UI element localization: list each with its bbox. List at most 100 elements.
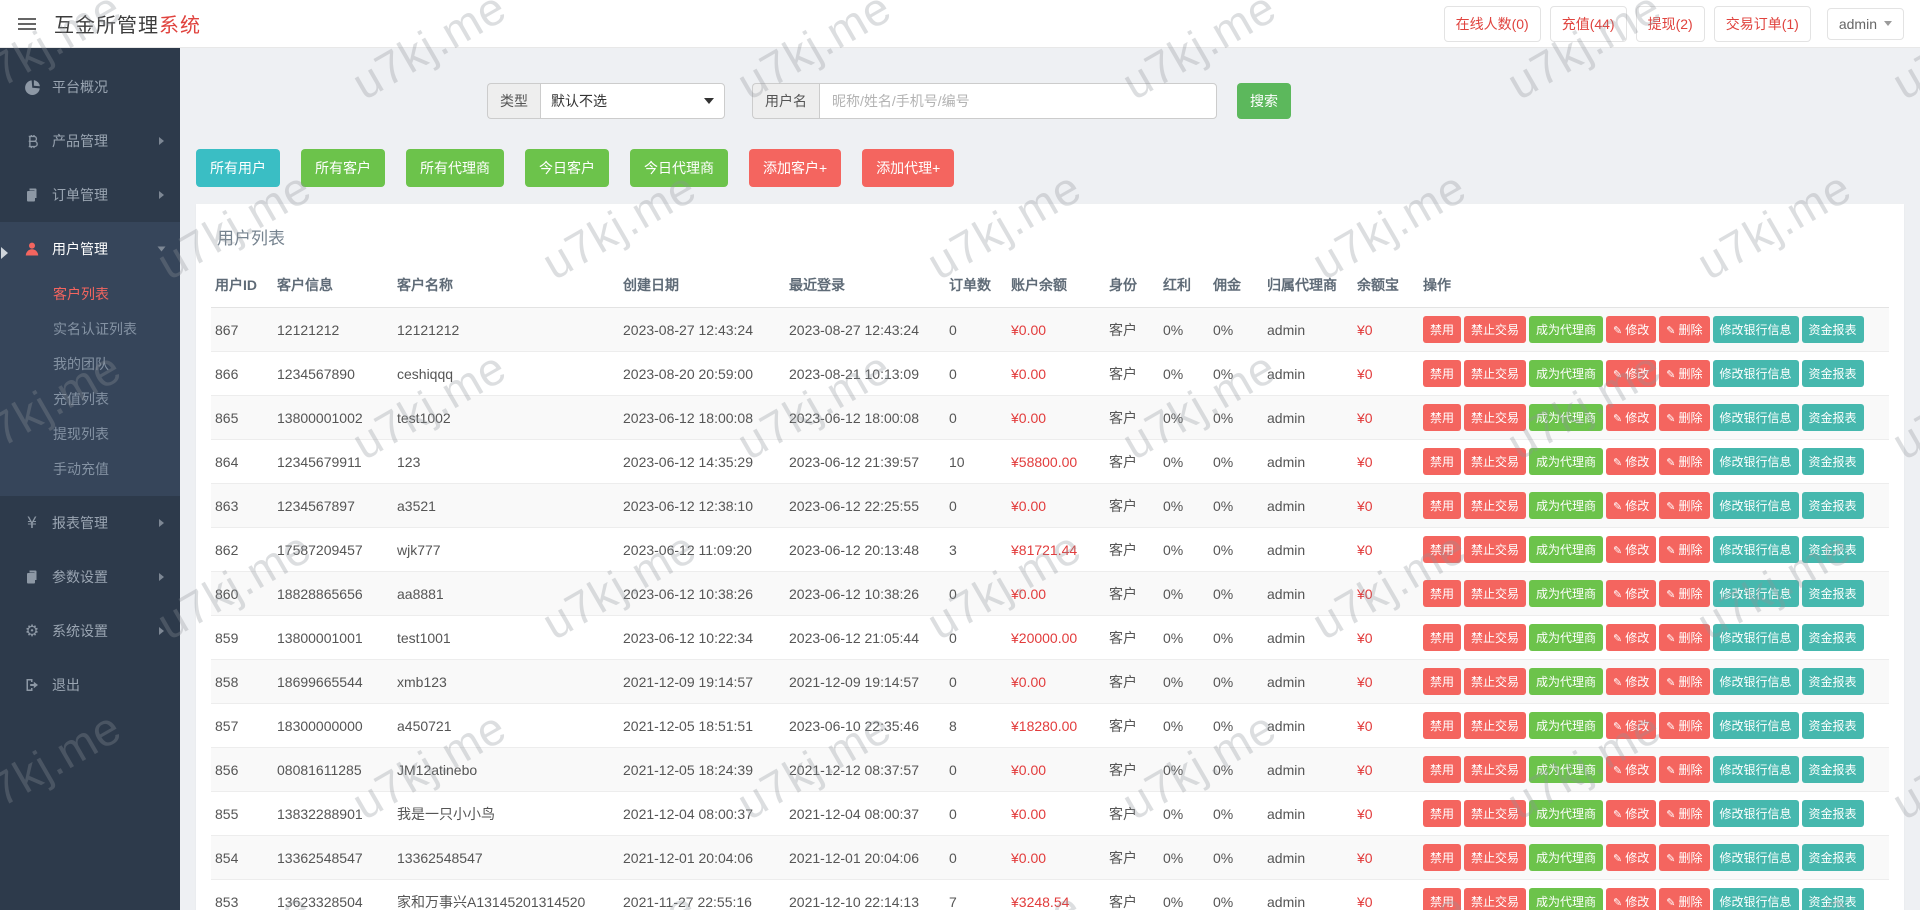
delete-button[interactable]: ✎ 删除 — [1659, 712, 1710, 739]
funds-report-button[interactable]: 资金报表 — [1801, 888, 1864, 910]
forbid-trade-button[interactable]: 禁止交易 — [1464, 316, 1527, 343]
edit-bank-button[interactable]: 修改银行信息 — [1712, 668, 1799, 695]
funds-report-button[interactable]: 资金报表 — [1801, 492, 1864, 519]
edit-bank-button[interactable]: 修改银行信息 — [1712, 756, 1799, 783]
edit-bank-button[interactable]: 修改银行信息 — [1712, 536, 1799, 563]
edit-bank-button[interactable]: 修改银行信息 — [1712, 492, 1799, 519]
funds-report-button[interactable]: 资金报表 — [1801, 316, 1864, 343]
funds-report-button[interactable]: 资金报表 — [1801, 404, 1864, 431]
forbid-trade-button[interactable]: 禁止交易 — [1464, 492, 1527, 519]
ban-button[interactable]: 禁用 — [1423, 668, 1462, 695]
edit-button[interactable]: ✎ 修改 — [1606, 844, 1657, 871]
delete-button[interactable]: ✎ 删除 — [1659, 448, 1710, 475]
username-input[interactable] — [819, 83, 1217, 119]
sidebar-subitem[interactable]: 实名认证列表 — [0, 311, 180, 346]
delete-button[interactable]: ✎ 删除 — [1659, 844, 1710, 871]
delete-button[interactable]: ✎ 删除 — [1659, 756, 1710, 783]
sidebar-item-system[interactable]: ⚙ 系统设置 — [0, 604, 180, 658]
delete-button[interactable]: ✎ 删除 — [1659, 668, 1710, 695]
sidebar-item-products[interactable]: 产品管理 — [0, 114, 180, 168]
forbid-trade-button[interactable]: 禁止交易 — [1464, 360, 1527, 387]
make-agent-button[interactable]: 成为代理商 — [1529, 844, 1604, 871]
funds-report-button[interactable]: 资金报表 — [1801, 360, 1864, 387]
delete-button[interactable]: ✎ 删除 — [1659, 316, 1710, 343]
forbid-trade-button[interactable]: 禁止交易 — [1464, 800, 1527, 827]
make-agent-button[interactable]: 成为代理商 — [1529, 580, 1604, 607]
ban-button[interactable]: 禁用 — [1423, 624, 1462, 651]
trade-orders-link[interactable]: 交易订单(1) — [1713, 5, 1811, 42]
delete-button[interactable]: ✎ 删除 — [1659, 404, 1710, 431]
ban-button[interactable]: 禁用 — [1423, 316, 1462, 343]
edit-button[interactable]: ✎ 修改 — [1606, 492, 1657, 519]
edit-bank-button[interactable]: 修改银行信息 — [1712, 712, 1799, 739]
edit-button[interactable]: ✎ 修改 — [1606, 756, 1657, 783]
funds-report-button[interactable]: 资金报表 — [1801, 756, 1864, 783]
make-agent-button[interactable]: 成为代理商 — [1529, 756, 1604, 783]
online-count-link[interactable]: 在线人数(0) — [1443, 5, 1541, 42]
sidebar-item-overview[interactable]: 平台概况 — [0, 60, 180, 114]
edit-button[interactable]: ✎ 修改 — [1606, 668, 1657, 695]
edit-button[interactable]: ✎ 修改 — [1606, 888, 1657, 910]
ban-button[interactable]: 禁用 — [1423, 712, 1462, 739]
funds-report-button[interactable]: 资金报表 — [1801, 668, 1864, 695]
make-agent-button[interactable]: 成为代理商 — [1529, 624, 1604, 651]
edit-bank-button[interactable]: 修改银行信息 — [1712, 448, 1799, 475]
forbid-trade-button[interactable]: 禁止交易 — [1464, 580, 1527, 607]
sidebar-subitem[interactable]: 客户列表 — [0, 276, 180, 311]
funds-report-button[interactable]: 资金报表 — [1801, 800, 1864, 827]
delete-button[interactable]: ✎ 删除 — [1659, 888, 1710, 910]
ban-button[interactable]: 禁用 — [1423, 404, 1462, 431]
ban-button[interactable]: 禁用 — [1423, 360, 1462, 387]
edit-button[interactable]: ✎ 修改 — [1606, 448, 1657, 475]
withdraw-link[interactable]: 提现(2) — [1635, 5, 1705, 42]
all-customers-button[interactable]: 所有客户 — [301, 149, 385, 187]
funds-report-button[interactable]: 资金报表 — [1801, 580, 1864, 607]
make-agent-button[interactable]: 成为代理商 — [1529, 316, 1604, 343]
sidebar-handle-icon[interactable] — [1, 247, 8, 259]
ban-button[interactable]: 禁用 — [1423, 888, 1462, 910]
edit-button[interactable]: ✎ 修改 — [1606, 360, 1657, 387]
make-agent-button[interactable]: 成为代理商 — [1529, 800, 1604, 827]
sidebar-item-logout[interactable]: 退出 — [0, 658, 180, 712]
funds-report-button[interactable]: 资金报表 — [1801, 448, 1864, 475]
make-agent-button[interactable]: 成为代理商 — [1529, 712, 1604, 739]
ban-button[interactable]: 禁用 — [1423, 756, 1462, 783]
delete-button[interactable]: ✎ 删除 — [1659, 800, 1710, 827]
sidebar-item-params[interactable]: 参数设置 — [0, 550, 180, 604]
sidebar-item-orders[interactable]: 订单管理 — [0, 168, 180, 222]
make-agent-button[interactable]: 成为代理商 — [1529, 668, 1604, 695]
funds-report-button[interactable]: 资金报表 — [1801, 712, 1864, 739]
edit-bank-button[interactable]: 修改银行信息 — [1712, 844, 1799, 871]
today-customers-button[interactable]: 今日客户 — [525, 149, 609, 187]
all-users-button[interactable]: 所有用户 — [196, 149, 280, 187]
type-select[interactable]: 默认不选 — [540, 83, 725, 119]
delete-button[interactable]: ✎ 删除 — [1659, 360, 1710, 387]
delete-button[interactable]: ✎ 删除 — [1659, 580, 1710, 607]
make-agent-button[interactable]: 成为代理商 — [1529, 492, 1604, 519]
edit-button[interactable]: ✎ 修改 — [1606, 536, 1657, 563]
admin-dropdown[interactable]: admin — [1826, 7, 1904, 40]
make-agent-button[interactable]: 成为代理商 — [1529, 360, 1604, 387]
forbid-trade-button[interactable]: 禁止交易 — [1464, 756, 1527, 783]
forbid-trade-button[interactable]: 禁止交易 — [1464, 888, 1527, 910]
search-button[interactable]: 搜索 — [1237, 83, 1291, 119]
edit-button[interactable]: ✎ 修改 — [1606, 800, 1657, 827]
edit-bank-button[interactable]: 修改银行信息 — [1712, 800, 1799, 827]
edit-button[interactable]: ✎ 修改 — [1606, 624, 1657, 651]
sidebar-item-reports[interactable]: ¥ 报表管理 — [0, 496, 180, 550]
ban-button[interactable]: 禁用 — [1423, 580, 1462, 607]
forbid-trade-button[interactable]: 禁止交易 — [1464, 624, 1527, 651]
edit-bank-button[interactable]: 修改银行信息 — [1712, 404, 1799, 431]
delete-button[interactable]: ✎ 删除 — [1659, 536, 1710, 563]
make-agent-button[interactable]: 成为代理商 — [1529, 404, 1604, 431]
forbid-trade-button[interactable]: 禁止交易 — [1464, 404, 1527, 431]
forbid-trade-button[interactable]: 禁止交易 — [1464, 448, 1527, 475]
edit-bank-button[interactable]: 修改银行信息 — [1712, 888, 1799, 910]
delete-button[interactable]: ✎ 删除 — [1659, 624, 1710, 651]
funds-report-button[interactable]: 资金报表 — [1801, 624, 1864, 651]
forbid-trade-button[interactable]: 禁止交易 — [1464, 712, 1527, 739]
ban-button[interactable]: 禁用 — [1423, 536, 1462, 563]
sidebar-subitem[interactable]: 提现列表 — [0, 416, 180, 451]
forbid-trade-button[interactable]: 禁止交易 — [1464, 844, 1527, 871]
make-agent-button[interactable]: 成为代理商 — [1529, 888, 1604, 910]
